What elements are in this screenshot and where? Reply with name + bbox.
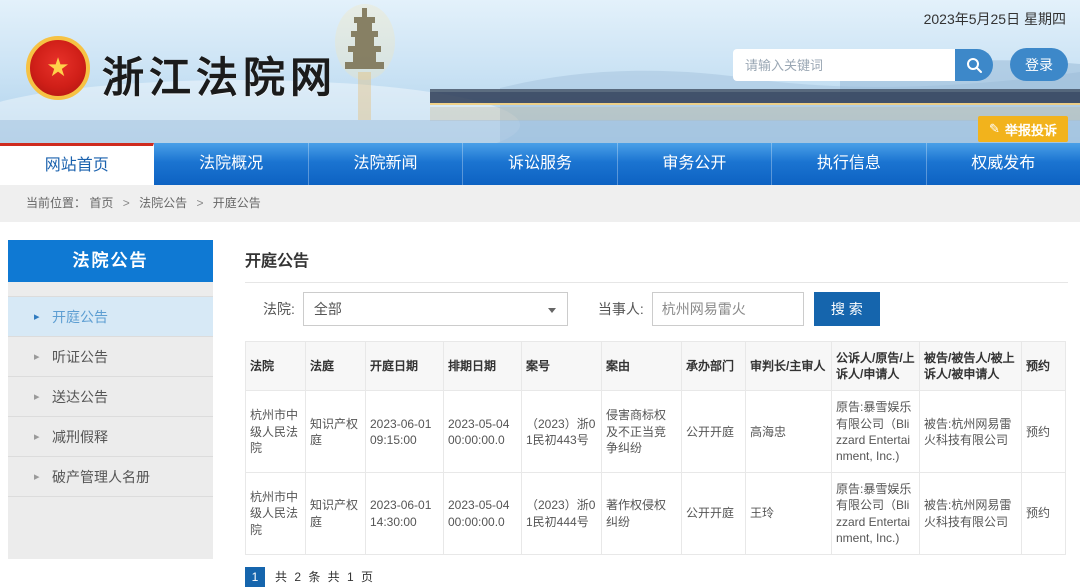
col-case-number: 案号: [522, 342, 602, 391]
triangle-right-icon: ▸: [34, 337, 40, 377]
triangle-right-icon: ▸: [34, 417, 40, 457]
sidebar-item-service-announcements[interactable]: ▸ 送达公告: [8, 377, 213, 417]
cell-hearing-date: 2023-06-01 14:30:00: [366, 473, 444, 555]
cell-defendant: 被告:杭州网易雷火科技有限公司: [920, 473, 1022, 555]
hearing-announcements-table: 法院 法庭 开庭日期 排期日期 案号 案由 承办部门 审判长/主审人 公诉人/原…: [245, 341, 1066, 555]
col-tribunal: 法庭: [306, 342, 366, 391]
breadcrumb-separator: >: [123, 196, 130, 210]
page-title: 开庭公告: [245, 247, 1068, 271]
party-input[interactable]: [652, 292, 804, 326]
cell-case-number: （2023）浙01民初443号: [522, 391, 602, 473]
court-select[interactable]: 全部: [303, 292, 568, 326]
sidebar-item-hearing-notices[interactable]: ▸ 听证公告: [8, 337, 213, 377]
col-cause: 案由: [602, 342, 682, 391]
triangle-right-icon: ▸: [34, 377, 40, 417]
nav-item-authoritative-release[interactable]: 权威发布: [927, 143, 1080, 185]
cell-hearing-date: 2023-06-01 09:15:00: [366, 391, 444, 473]
col-plaintiff: 公诉人/原告/上诉人/申请人: [832, 342, 920, 391]
reserve-link[interactable]: 预约: [1022, 473, 1066, 555]
col-schedule-date: 排期日期: [444, 342, 522, 391]
search-button[interactable]: 搜 索: [814, 292, 880, 326]
chevron-down-icon: [548, 308, 556, 313]
col-judge: 审判长/主审人: [746, 342, 832, 391]
breadcrumb-separator: >: [196, 196, 203, 210]
cell-tribunal: 知识产权庭: [306, 473, 366, 555]
login-button[interactable]: 登录: [1010, 48, 1068, 81]
pen-icon: ✎: [989, 121, 1000, 137]
triangle-right-icon: ▸: [34, 297, 40, 337]
site-title: 浙江法院网: [102, 44, 337, 105]
header-banner: ★ 浙江法院网 2023年5月25日 星期四 登录 ✎ 举报投诉: [0, 0, 1080, 143]
nav-item-enforcement-info[interactable]: 执行信息: [772, 143, 926, 185]
col-defendant: 被告/被告人/被上诉人/被申请人: [920, 342, 1022, 391]
main-content: 开庭公告 法院: 全部 当事人: 搜 索 法院 法庭 开庭日期 排期日期 案号 …: [245, 247, 1068, 587]
table-header-row: 法院 法庭 开庭日期 排期日期 案号 案由 承办部门 审判长/主审人 公诉人/原…: [246, 342, 1066, 391]
triangle-right-icon: ▸: [34, 457, 40, 497]
table-row: 杭州市中级人民法院 知识产权庭 2023-06-01 09:15:00 2023…: [246, 391, 1066, 473]
court-select-value: 全部: [314, 301, 342, 317]
keyword-search-input[interactable]: [733, 49, 955, 81]
breadcrumb-home[interactable]: 首页: [89, 196, 113, 210]
cell-court: 杭州市中级人民法院: [246, 473, 306, 555]
table-row: 杭州市中级人民法院 知识产权庭 2023-06-01 14:30:00 2023…: [246, 473, 1066, 555]
cell-schedule-date: 2023-05-04 00:00:00.0: [444, 473, 522, 555]
cell-judge: 高海忠: [746, 391, 832, 473]
cell-cause: 侵害商标权及不正当竞争纠纷: [602, 391, 682, 473]
party-filter-label: 当事人:: [598, 299, 644, 319]
sidebar-item-bankruptcy-administrators[interactable]: ▸ 破产管理人名册: [8, 457, 213, 497]
main-nav: 网站首页 法院概况 法院新闻 诉讼服务 审务公开 执行信息 权威发布: [0, 143, 1080, 185]
cell-judge: 王玲: [746, 473, 832, 555]
breadcrumb-section[interactable]: 法院公告: [139, 196, 187, 210]
sidebar-item-sentence-reduction[interactable]: ▸ 减刑假释: [8, 417, 213, 457]
nav-item-trial-openness[interactable]: 审务公开: [618, 143, 772, 185]
sidebar-item-hearing-announcements[interactable]: ▸ 开庭公告: [8, 297, 213, 337]
magnifier-icon: [965, 56, 983, 74]
breadcrumb-label: 当前位置：: [26, 196, 86, 210]
cell-schedule-date: 2023-05-04 00:00:00.0: [444, 391, 522, 473]
cell-department: 公开开庭: [682, 391, 746, 473]
cell-defendant: 被告:杭州网易雷火科技有限公司: [920, 391, 1022, 473]
national-emblem-logo: ★: [26, 36, 90, 100]
cell-case-number: （2023）浙01民初444号: [522, 473, 602, 555]
cell-plaintiff: 原告:暴雪娱乐有限公司（Blizzard Entertainment, Inc.…: [832, 473, 920, 555]
col-reserve: 预约: [1022, 342, 1066, 391]
page-number-button[interactable]: 1: [245, 567, 265, 587]
sidebar-title: 法院公告: [8, 240, 213, 282]
header-search: [733, 49, 993, 81]
cell-department: 公开开庭: [682, 473, 746, 555]
cell-tribunal: 知识产权庭: [306, 391, 366, 473]
nav-item-home[interactable]: 网站首页: [0, 143, 154, 185]
court-filter-label: 法院:: [263, 299, 295, 319]
breadcrumb: 当前位置： 首页 > 法院公告 > 开庭公告: [0, 185, 1080, 222]
col-court: 法院: [246, 342, 306, 391]
cell-court: 杭州市中级人民法院: [246, 391, 306, 473]
col-department: 承办部门: [682, 342, 746, 391]
header-date: 2023年5月25日 星期四: [924, 9, 1066, 29]
reserve-link[interactable]: 预约: [1022, 391, 1066, 473]
header-search-button[interactable]: [955, 49, 993, 81]
sidebar-court-announcements: 法院公告 ▸ 开庭公告 ▸ 听证公告 ▸ 送达公告 ▸ 减刑假释 ▸ 破产管理人…: [8, 240, 213, 559]
pagination-summary: 共 2 条 共 1 页: [275, 568, 375, 585]
pagination: 1 共 2 条 共 1 页: [245, 567, 1068, 587]
cell-cause: 著作权侵权纠纷: [602, 473, 682, 555]
report-complaint-button[interactable]: ✎ 举报投诉: [978, 116, 1068, 142]
report-label: 举报投诉: [1005, 120, 1057, 139]
nav-item-court-overview[interactable]: 法院概况: [154, 143, 308, 185]
filter-bar: 法院: 全部 当事人: 搜 索: [245, 283, 1068, 335]
star-icon: ★: [46, 54, 69, 80]
nav-item-litigation-services[interactable]: 诉讼服务: [463, 143, 617, 185]
cell-plaintiff: 原告:暴雪娱乐有限公司（Blizzard Entertainment, Inc.…: [832, 391, 920, 473]
breadcrumb-page[interactable]: 开庭公告: [213, 196, 261, 210]
col-hearing-date: 开庭日期: [366, 342, 444, 391]
nav-item-court-news[interactable]: 法院新闻: [309, 143, 463, 185]
